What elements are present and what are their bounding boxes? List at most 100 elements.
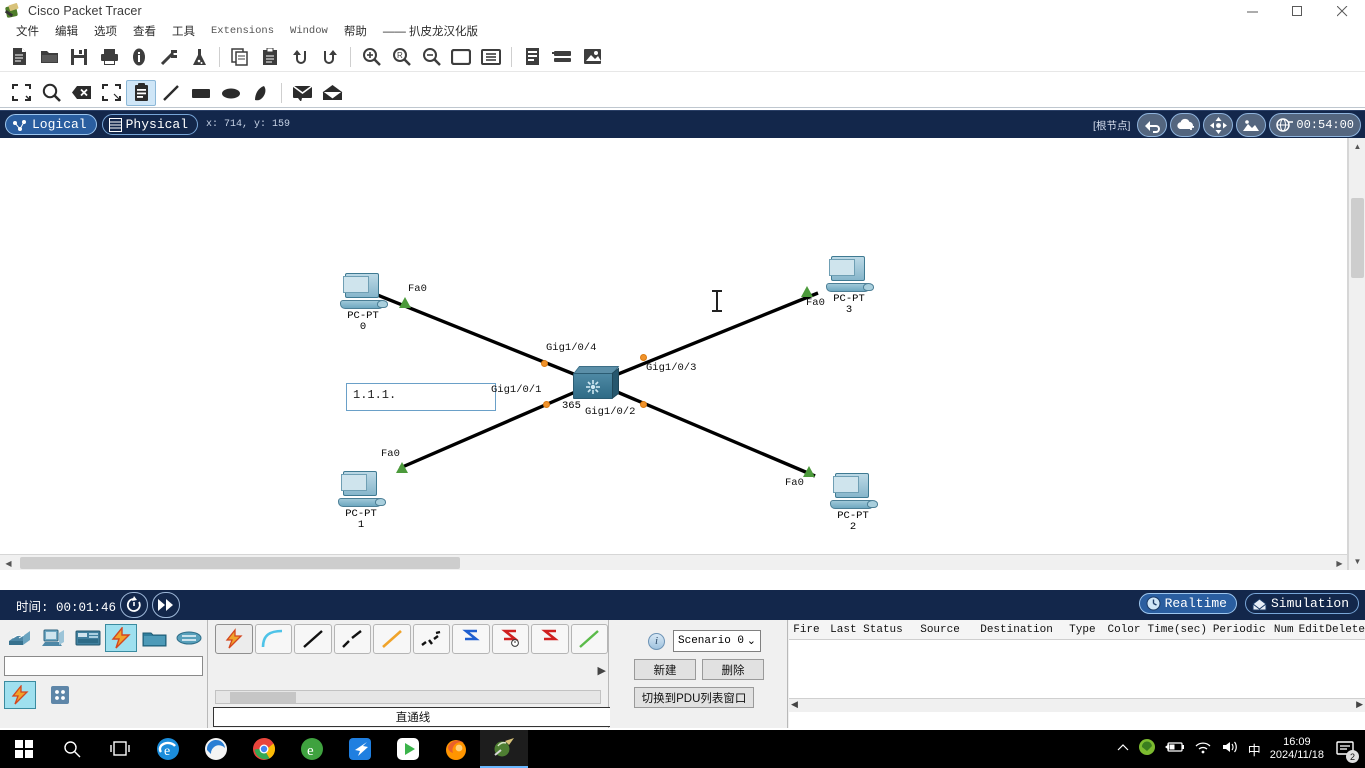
- custom-devices-icon[interactable]: [476, 44, 506, 70]
- canvas-hscroll-thumb[interactable]: [20, 557, 460, 569]
- viewport-time[interactable]: 00:54:00: [1269, 113, 1361, 137]
- scroll-down-arrow[interactable]: ▼: [1349, 553, 1365, 570]
- canvas-hscrollbar[interactable]: ◀ ▶: [0, 554, 1347, 570]
- menu-item-extensions[interactable]: Extensions: [203, 24, 282, 38]
- undo-icon[interactable]: [285, 44, 315, 70]
- print-icon[interactable]: [94, 44, 124, 70]
- zoom-out-icon[interactable]: [416, 44, 446, 70]
- fast-forward-icon[interactable]: [152, 592, 181, 618]
- layout-icon[interactable]: [547, 44, 577, 70]
- set-tiled-background-icon[interactable]: [1236, 113, 1267, 137]
- device-pc0[interactable]: PC-PT 0: [340, 273, 388, 333]
- device-search-input[interactable]: [4, 656, 203, 676]
- device-list-icon[interactable]: [517, 44, 547, 70]
- multiuser-connection-icon[interactable]: [173, 624, 205, 652]
- pdu-hscrollbar[interactable]: ◀ ▶: [789, 698, 1365, 712]
- menu-item-view[interactable]: 查看: [125, 22, 164, 40]
- phone-cable-icon[interactable]: [412, 624, 450, 654]
- copper-crossover-icon[interactable]: [333, 624, 371, 654]
- chrome-icon[interactable]: [240, 730, 288, 768]
- activity-wizard-icon[interactable]: [154, 44, 184, 70]
- device-pc3[interactable]: PC-PT 3: [826, 256, 874, 316]
- connections-icon[interactable]: [105, 624, 138, 652]
- connection-hscrollbar[interactable]: [215, 690, 601, 704]
- zoom-in-icon[interactable]: [356, 44, 386, 70]
- inspect-magnifier-icon[interactable]: [36, 80, 66, 106]
- logical-canvas[interactable]: 1.1.1. PC-PT 0 Fa0 PC-PT 3 Fa0 PC-PT 1 F…: [0, 138, 1348, 570]
- resize-shape-icon[interactable]: [96, 80, 126, 106]
- delete-scenario-button[interactable]: 删除: [702, 659, 764, 680]
- draw-ellipse-icon[interactable]: [216, 80, 246, 106]
- ime-indicator[interactable]: 中: [1248, 740, 1261, 759]
- palette-window-icon[interactable]: [446, 44, 476, 70]
- power-cycle-devices-icon[interactable]: [120, 592, 149, 618]
- device-pc2[interactable]: PC-PT 2: [830, 473, 878, 533]
- components-icon[interactable]: [72, 624, 104, 652]
- draw-line-icon[interactable]: [156, 80, 186, 106]
- end-devices-icon[interactable]: [38, 624, 70, 652]
- serial-dce-icon[interactable]: [491, 624, 529, 654]
- zoom-reset-icon[interactable]: R: [386, 44, 416, 70]
- scroll-right-arrow[interactable]: ▶: [1331, 555, 1347, 570]
- paste-icon[interactable]: [255, 44, 285, 70]
- search-icon[interactable]: [48, 730, 96, 768]
- scenario-select[interactable]: Scenario 0 ⌄: [673, 630, 761, 652]
- menu-item-window[interactable]: Window: [282, 24, 336, 38]
- pdu-table-body[interactable]: [789, 640, 1365, 704]
- network-devices-icon[interactable]: [4, 624, 36, 652]
- info-icon[interactable]: [124, 44, 154, 70]
- new-scenario-button[interactable]: 新建: [634, 659, 696, 680]
- network-lab-icon[interactable]: [184, 44, 214, 70]
- menu-item-file[interactable]: 文件: [8, 22, 47, 40]
- console-cable-icon[interactable]: [254, 624, 292, 654]
- volume-icon[interactable]: [1221, 740, 1239, 759]
- save-icon[interactable]: [64, 44, 94, 70]
- copy-icon[interactable]: [225, 44, 255, 70]
- media-player-icon[interactable]: [384, 730, 432, 768]
- battery-icon[interactable]: [1164, 740, 1185, 758]
- chevron-up-icon[interactable]: [1117, 740, 1129, 758]
- menu-item-tools[interactable]: 工具: [164, 22, 203, 40]
- toggle-pdu-list-button[interactable]: 切换到PDU列表窗口: [634, 687, 754, 708]
- open-file-icon[interactable]: [34, 44, 64, 70]
- place-note-icon[interactable]: [126, 79, 156, 106]
- taskbar-clock[interactable]: 16:09 2024/11/18: [1270, 736, 1324, 762]
- simple-pdu-icon[interactable]: [287, 80, 317, 106]
- scroll-up-arrow[interactable]: ▲: [1349, 138, 1365, 155]
- tab-realtime[interactable]: Realtime: [1138, 593, 1237, 614]
- pdu-scroll-right-arrow[interactable]: ▶: [1356, 699, 1363, 710]
- delete-tool-icon[interactable]: [66, 80, 96, 106]
- canvas-vscroll-thumb[interactable]: [1351, 198, 1364, 278]
- new-file-icon[interactable]: [4, 44, 34, 70]
- wifi-icon[interactable]: [1194, 740, 1212, 759]
- tab-simulation[interactable]: Simulation: [1244, 593, 1359, 614]
- menu-item-options[interactable]: 选项: [86, 22, 125, 40]
- complex-pdu-icon[interactable]: [317, 80, 347, 106]
- close-button[interactable]: [1320, 0, 1365, 22]
- shield-icon[interactable]: [1138, 738, 1156, 761]
- draw-freeform-icon[interactable]: [246, 80, 276, 106]
- note-textbox[interactable]: 1.1.1.: [346, 383, 496, 411]
- navigate-back-icon[interactable]: [1137, 113, 1168, 137]
- copper-straight-through-icon[interactable]: [294, 624, 332, 654]
- tab-physical[interactable]: Physical: [101, 114, 199, 135]
- draw-rectangle-icon[interactable]: [186, 80, 216, 106]
- internet-explorer-icon[interactable]: e: [144, 730, 192, 768]
- 360-browser-icon[interactable]: e: [288, 730, 336, 768]
- maximize-button[interactable]: [1275, 0, 1320, 22]
- packet-tracer-icon[interactable]: [480, 730, 528, 768]
- device-pc1[interactable]: PC-PT 1: [338, 471, 386, 531]
- connection-hscroll-thumb[interactable]: [230, 692, 296, 703]
- serial-dte-icon[interactable]: [531, 624, 569, 654]
- select-tool-icon[interactable]: [6, 80, 36, 106]
- new-cluster-icon[interactable]: [1170, 113, 1201, 137]
- move-object-icon[interactable]: [1203, 113, 1234, 137]
- tab-logical[interactable]: Logical: [5, 114, 97, 135]
- info-icon[interactable]: i: [648, 632, 665, 650]
- start-button-icon[interactable]: [0, 730, 48, 768]
- automatic-connection-icon[interactable]: [215, 624, 253, 654]
- minimize-button[interactable]: [1230, 0, 1275, 22]
- connections-sub-icon[interactable]: [4, 681, 36, 709]
- firefox-icon[interactable]: [432, 730, 480, 768]
- fiber-cable-icon[interactable]: [373, 624, 411, 654]
